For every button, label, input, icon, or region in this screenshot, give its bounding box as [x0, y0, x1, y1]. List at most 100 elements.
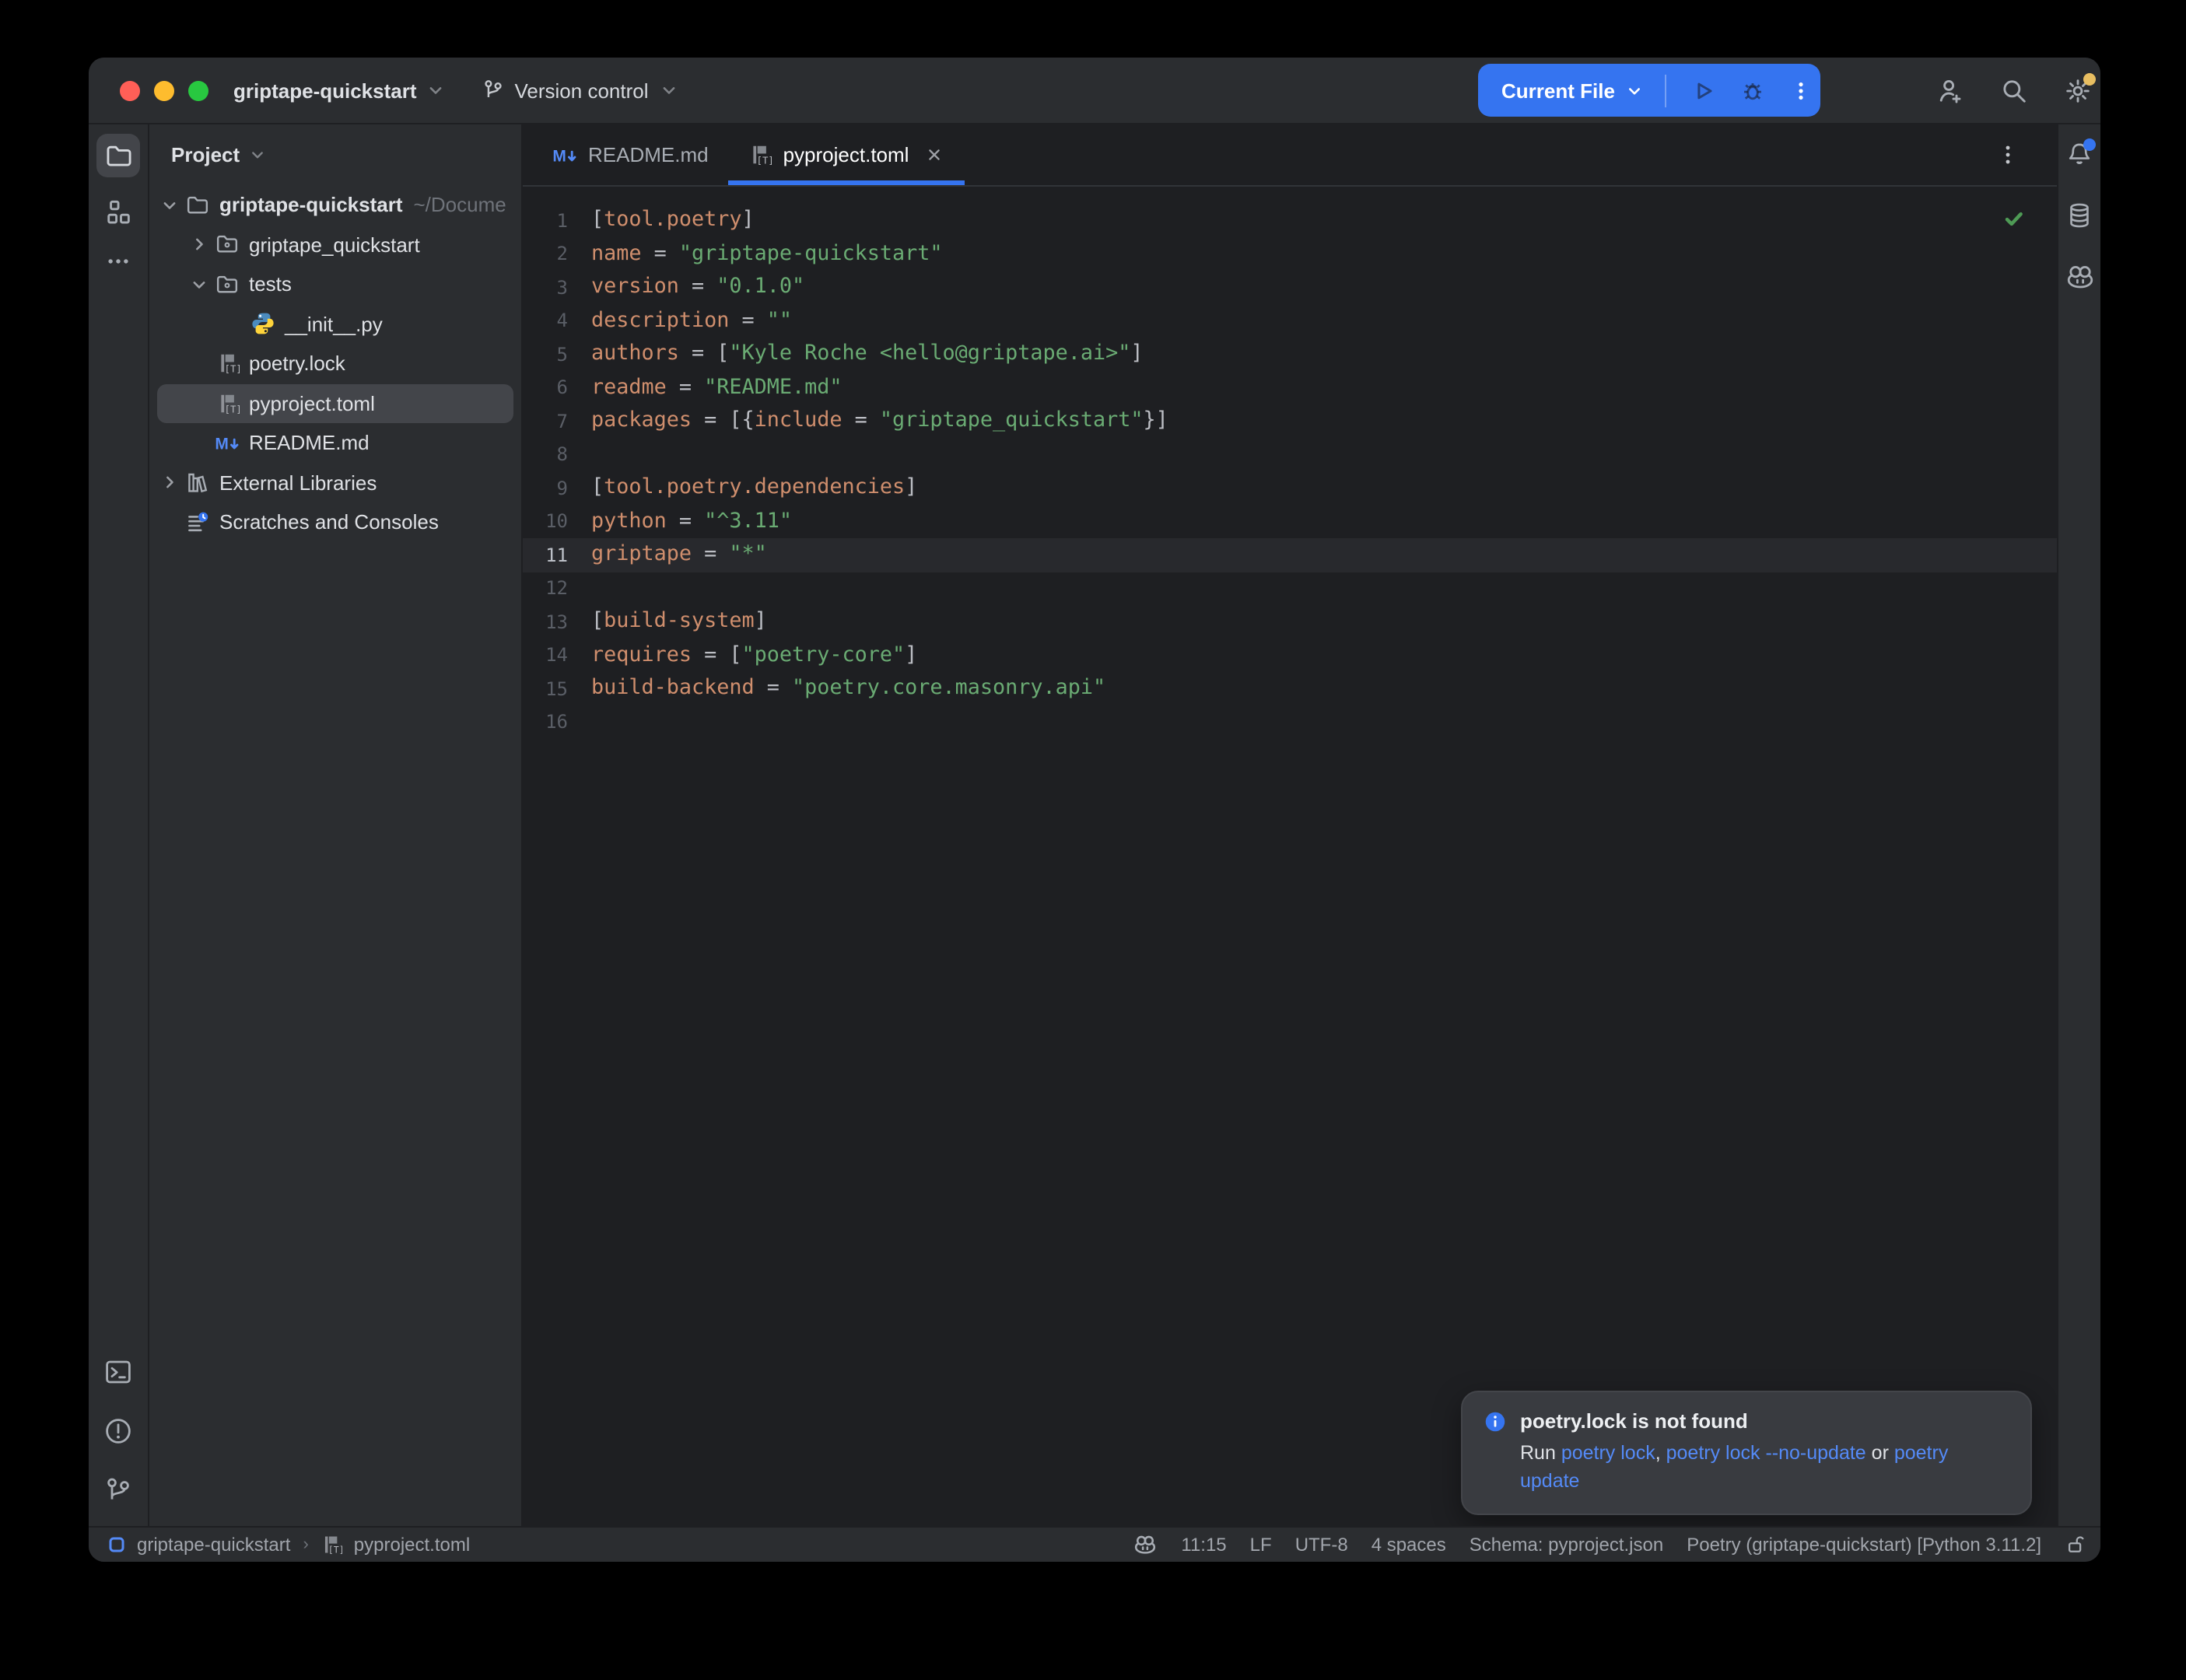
chevron-right-icon[interactable]: [159, 472, 180, 494]
code-line[interactable]: 9[tool.poetry.dependencies]: [523, 471, 2057, 505]
tree-item-griptape-quickstart[interactable]: griptape_quickstart: [157, 225, 513, 264]
code-line[interactable]: 6readme = "README.md": [523, 371, 2057, 404]
folder-icon: [185, 193, 210, 218]
breadcrumb-separator: ›: [301, 1535, 310, 1554]
database-icon[interactable]: [2065, 201, 2094, 230]
more-tool-windows-button[interactable]: [104, 247, 132, 275]
structure-tool-button[interactable]: [103, 198, 133, 227]
terminal-tool-button[interactable]: [103, 1356, 134, 1388]
search-icon[interactable]: [1999, 75, 2029, 105]
tree-item--init-py[interactable]: __init__.py: [157, 304, 513, 344]
code-line[interactable]: 16: [523, 705, 2057, 739]
right-tool-strip: [2057, 124, 2100, 1526]
notification-link[interactable]: poetry lock: [1561, 1442, 1655, 1464]
code-text: packages = [{include = "griptape_quickst…: [585, 410, 1168, 433]
code-line[interactable]: 15build-backend = "poetry.core.masonry.a…: [523, 672, 2057, 705]
notification-link[interactable]: poetry lock --no-update: [1666, 1442, 1866, 1464]
line-number: 13: [523, 611, 585, 633]
more-actions-button[interactable]: [1789, 79, 1813, 102]
code-line[interactable]: 13[build-system]: [523, 605, 2057, 639]
line-number: 7: [523, 411, 585, 432]
code-line[interactable]: 1[tool.poetry]: [523, 204, 2057, 237]
code-text: description = "": [585, 310, 792, 333]
breadcrumb-project[interactable]: griptape-quickstart: [137, 1534, 290, 1556]
tree-item-readme-md[interactable]: MREADME.md: [157, 423, 513, 463]
code-line[interactable]: 8: [523, 438, 2057, 471]
code-line[interactable]: 2name = "griptape-quickstart": [523, 237, 2057, 271]
status-item[interactable]: LF: [1250, 1534, 1272, 1556]
expand-toggle[interactable]: [157, 472, 182, 494]
code-line[interactable]: 12: [523, 572, 2057, 605]
tree-item-poetry-lock[interactable]: [T]poetry.lock: [157, 344, 513, 383]
expand-toggle[interactable]: [157, 194, 182, 216]
project-panel-header[interactable]: Project: [149, 124, 521, 180]
status-item[interactable]: 11:15: [1181, 1534, 1226, 1556]
tree-item-pyproject-toml[interactable]: [T]pyproject.toml: [157, 383, 513, 423]
line-number: 11: [523, 544, 585, 566]
expand-toggle[interactable]: [187, 234, 212, 256]
line-number: 3: [523, 277, 585, 299]
code-line[interactable]: 14requires = ["poetry-core"]: [523, 639, 2057, 672]
expand-toggle[interactable]: [187, 274, 212, 296]
maximize-window-button[interactable]: [188, 80, 208, 100]
tree-item-griptape-quickstart[interactable]: griptape-quickstart~/Docume: [157, 185, 513, 225]
close-tab-icon[interactable]: [924, 145, 944, 165]
project-tool-button[interactable]: [96, 134, 140, 177]
settings-gear-icon[interactable]: [2063, 75, 2093, 105]
notifications-bell-icon[interactable]: [2065, 140, 2094, 170]
divider: [1665, 74, 1666, 107]
run-config-selector[interactable]: Current File: [1478, 79, 1615, 102]
ai-copilot-status-icon[interactable]: [1133, 1532, 1158, 1557]
close-window-button[interactable]: [120, 80, 140, 100]
tree-item-scratches-and-consoles[interactable]: Scratches and Consoles: [157, 502, 513, 542]
tab-readme-md[interactable]: MREADME.md: [532, 124, 729, 185]
version-control-tool-button[interactable]: [103, 1475, 134, 1506]
tab-pyproject-toml[interactable]: [T]pyproject.toml: [729, 124, 965, 185]
tree-item-label: tests: [249, 273, 292, 296]
tree-item-external-libraries[interactable]: External Libraries: [157, 463, 513, 502]
tree-item-label: pyproject.toml: [249, 392, 375, 415]
tab-options-icon[interactable]: [1996, 143, 2020, 166]
editor-tabs: MREADME.md[T]pyproject.toml: [532, 124, 965, 185]
line-number: 1: [523, 210, 585, 232]
minimize-window-button[interactable]: [154, 80, 174, 100]
project-switcher[interactable]: griptape-quickstart: [233, 79, 447, 102]
status-item[interactable]: UTF-8: [1295, 1534, 1348, 1556]
line-number: 9: [523, 478, 585, 499]
chevron-right-icon[interactable]: [188, 234, 210, 256]
run-button[interactable]: [1690, 77, 1716, 103]
tree-item-label: External Libraries: [219, 471, 377, 495]
status-item[interactable]: 4 spaces: [1372, 1534, 1446, 1556]
tree-item-label: Scratches and Consoles: [219, 511, 439, 534]
chevron-down-icon[interactable]: [188, 274, 210, 296]
chevron-down-icon[interactable]: [159, 194, 180, 216]
markdown-file-icon: M: [552, 142, 577, 167]
status-item[interactable]: Schema: pyproject.json: [1470, 1534, 1663, 1556]
code-line[interactable]: 4description = "": [523, 304, 2057, 338]
ide-window: griptape-quickstart Version control Curr…: [89, 58, 2100, 1562]
code-line[interactable]: 3version = "0.1.0": [523, 271, 2057, 304]
tree-item-label: griptape_quickstart: [249, 233, 420, 257]
add-user-icon[interactable]: [1936, 75, 1965, 105]
code-text: build-backend = "poetry.core.masonry.api…: [585, 677, 1105, 701]
line-number: 2: [523, 243, 585, 265]
problems-tool-button[interactable]: [103, 1416, 134, 1447]
code-line-current[interactable]: 11griptape = "*": [523, 538, 2057, 572]
breadcrumb-file[interactable]: pyproject.toml: [354, 1534, 470, 1556]
inspections-passed-icon[interactable]: [2002, 207, 2026, 230]
code-line[interactable]: 5authors = ["Kyle Roche <hello@griptape.…: [523, 338, 2057, 371]
chevron-down-icon: [425, 79, 447, 101]
editor[interactable]: 1[tool.poetry]2name = "griptape-quicksta…: [523, 187, 2057, 1526]
notification-text: ,: [1655, 1442, 1666, 1464]
code-line[interactable]: 7packages = [{include = "griptape_quicks…: [523, 404, 2057, 438]
tree-item-tests[interactable]: tests: [157, 264, 513, 304]
debug-button[interactable]: [1739, 77, 1766, 103]
svg-text:[T]: [T]: [224, 364, 240, 375]
ai-assistant-icon[interactable]: [2064, 261, 2095, 292]
code-line[interactable]: 10python = "^3.11": [523, 505, 2057, 538]
unlock-icon[interactable]: [2065, 1534, 2086, 1556]
code-text: python = "^3.11": [585, 510, 792, 534]
vcs-widget[interactable]: Version control: [481, 78, 680, 103]
notification-title: poetry.lock is not found: [1520, 1409, 1748, 1433]
status-item[interactable]: Poetry (griptape-quickstart) [Python 3.1…: [1687, 1534, 2041, 1556]
